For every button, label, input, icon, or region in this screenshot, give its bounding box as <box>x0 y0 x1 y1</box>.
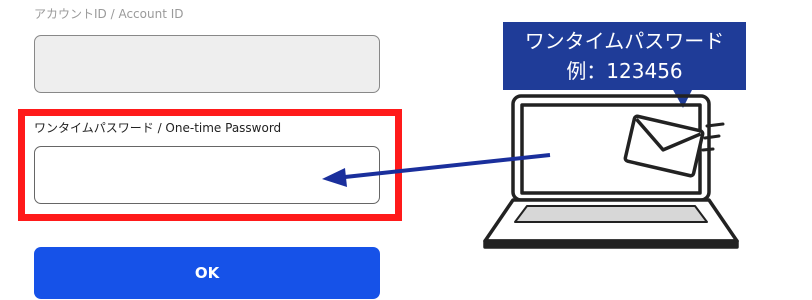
laptop-icon <box>483 94 739 249</box>
motion-lines <box>701 122 725 152</box>
callout-line-1: ワンタイムパスワード <box>524 29 725 53</box>
otp-callout: ワンタイムパスワード 例：123456 <box>503 22 746 90</box>
envelope-icon <box>623 114 705 178</box>
callout-line-2: 例：123456 <box>566 59 683 83</box>
arrow-icon <box>322 153 551 187</box>
